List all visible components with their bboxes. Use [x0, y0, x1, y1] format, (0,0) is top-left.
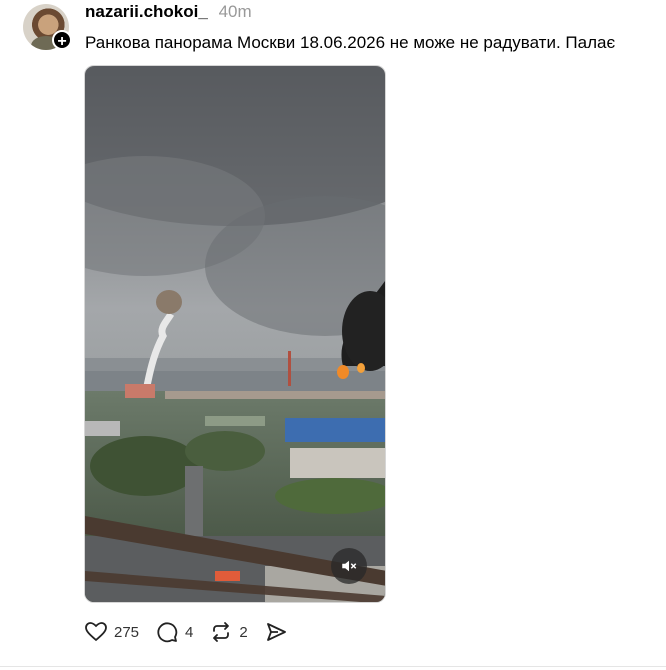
post-header: nazarii.chokoi_ 40m — [85, 2, 252, 22]
post-caption: Ранкова панорама Москви 18.06.2026 не мо… — [85, 33, 616, 52]
post-actions: 275 4 2 — [84, 620, 310, 644]
like-count: 275 — [114, 623, 140, 641]
repost-button[interactable]: 2 — [209, 620, 248, 644]
follow-plus-icon[interactable]: + — [52, 30, 72, 50]
video-frame — [85, 66, 385, 602]
muted-speaker-icon — [342, 560, 357, 572]
comment-button[interactable]: 4 — [155, 620, 193, 644]
video-player[interactable] — [84, 65, 386, 603]
thread-post: + nazarii.chokoi_ 40m Ранкова панорама М… — [0, 0, 666, 670]
repost-count: 2 — [239, 623, 248, 641]
heart-icon — [85, 622, 107, 642]
comment-bubble-icon — [157, 622, 178, 643]
repost-icon — [213, 622, 230, 642]
post-time[interactable]: 40m — [219, 2, 252, 21]
username[interactable]: nazarii.chokoi_ — [85, 2, 208, 21]
mute-button[interactable] — [331, 548, 367, 584]
send-icon — [266, 623, 286, 641]
share-button[interactable] — [264, 620, 294, 644]
post-divider — [0, 666, 666, 667]
like-button[interactable]: 275 — [84, 620, 139, 644]
comment-count: 4 — [185, 623, 194, 641]
